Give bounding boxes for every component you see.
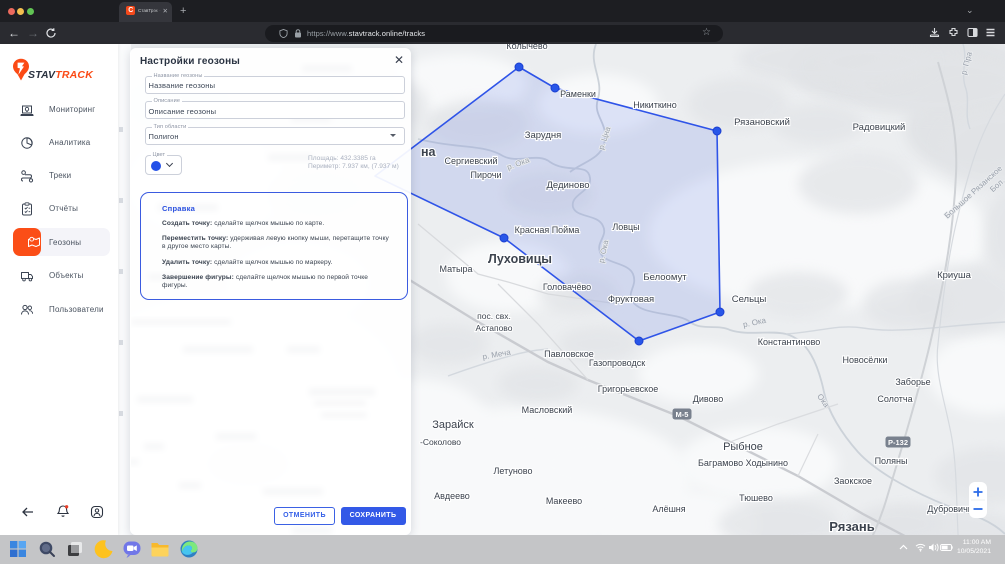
svg-text:Зарудня: Зарудня [525,130,562,141]
svg-text:Газопроводск: Газопроводск [589,358,645,368]
svg-text:Алёшня: Алёшня [652,504,685,514]
svg-text:Дивово: Дивово [693,394,724,404]
svg-text:Белоомут: Белоомут [643,272,687,283]
svg-text:Зарайск: Зарайск [432,419,474,431]
svg-text:Фруктовая: Фруктовая [608,294,654,305]
svg-text:Пирочи: Пирочи [470,170,501,180]
svg-text:Баграмово Ходынино: Баграмово Ходынино [698,458,788,468]
svg-text:Никиткино: Никиткино [633,100,677,110]
svg-text:Колычёво: Колычёво [506,44,547,51]
svg-text:Тюшево: Тюшево [739,493,773,503]
svg-text:Радовицкий: Радовицкий [853,122,906,133]
svg-text:Криуша: Криуша [937,270,971,281]
svg-text:Григорьевское: Григорьевское [598,384,658,394]
svg-text:Дединово: Дединово [546,180,589,191]
svg-text:Дубровичи: Дубровичи [927,504,973,514]
svg-text:Рязановский: Рязановский [734,117,790,128]
svg-text:Р-132: Р-132 [888,438,908,447]
svg-text:-Соколово: -Соколово [420,437,461,447]
svg-text:Заокское: Заокское [834,476,872,486]
svg-text:Солотча: Солотча [877,394,912,404]
svg-text:Поляны: Поляны [875,456,908,466]
svg-text:Авдеево: Авдеево [434,491,470,501]
svg-text:Матыра: Матыра [439,264,472,274]
svg-text:Ловцы: Ловцы [612,222,639,232]
svg-text:пос. свх.: пос. свх. [477,311,511,321]
svg-text:М-5: М-5 [676,410,689,419]
svg-text:Рязань: Рязань [829,519,874,534]
svg-text:Масловский: Масловский [522,405,573,415]
svg-text:Заборье: Заборье [895,377,930,387]
svg-text:Павловское: Павловское [544,349,594,359]
svg-text:Луховицы: Луховицы [488,252,552,266]
svg-text:Новосёлки: Новосёлки [843,355,888,365]
svg-text:Макеево: Макеево [546,496,582,506]
svg-text:Сельцы: Сельцы [732,294,767,305]
svg-text:Сергиевский: Сергиевский [445,156,498,166]
svg-text:Красная Пойма: Красная Пойма [515,225,580,235]
svg-text:на: на [421,145,437,159]
svg-text:Астапово: Астапово [476,323,513,333]
svg-text:Летуново: Летуново [494,466,533,476]
svg-text:Головачёво: Головачёво [543,282,591,292]
svg-text:Константиново: Константиново [758,337,821,347]
svg-text:Рыбное: Рыбное [723,441,763,453]
svg-text:Раменки: Раменки [560,89,596,99]
